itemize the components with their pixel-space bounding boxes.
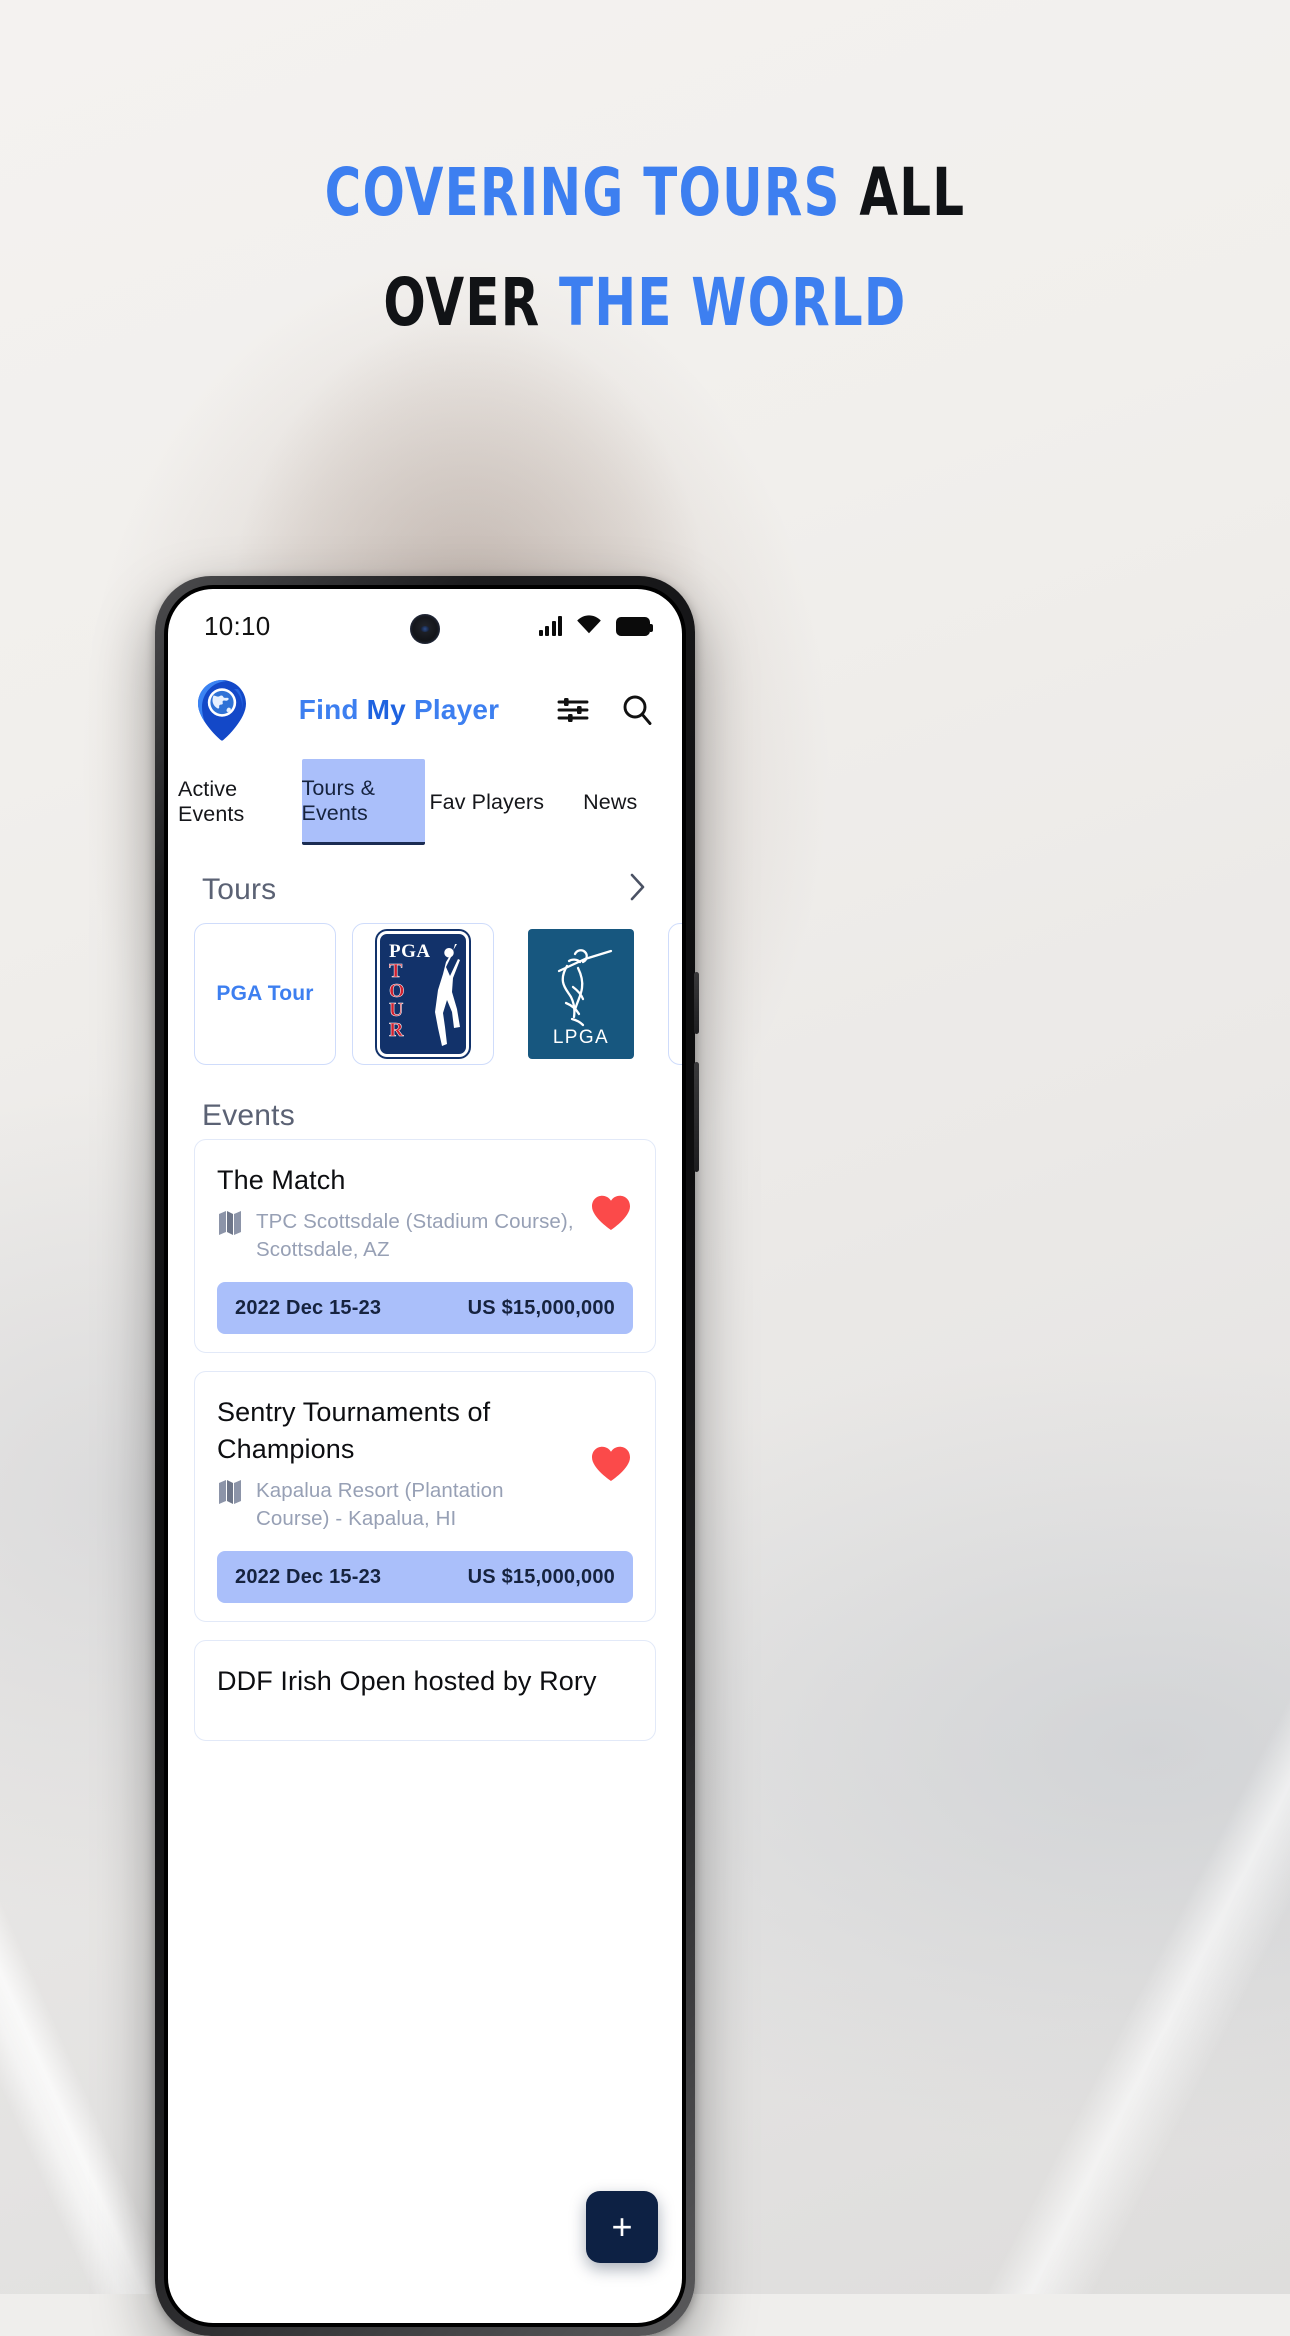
event-card-main: Sentry Tournaments of Champions Kapalua … <box>217 1394 589 1533</box>
event-name: DDF Irish Open hosted by Rory <box>217 1666 597 1696</box>
heart-filled-icon[interactable] <box>589 1445 633 1483</box>
tab-bar: Active Events Tours & Events Fav Players… <box>168 759 682 845</box>
add-button[interactable]: + <box>586 2191 658 2263</box>
tour-card-korn-ferry[interactable]: KORN FERRY TOUR <box>668 923 682 1065</box>
app-title-part1: Find <box>298 694 367 725</box>
lpga-logo: LPGA <box>528 929 634 1059</box>
sliders-filter-icon[interactable] <box>554 691 592 729</box>
phone-power-button <box>694 1062 699 1172</box>
status-bar: 10:10 <box>168 589 682 663</box>
heart-filled-icon[interactable] <box>589 1194 633 1232</box>
tour-card-pga-tour-text[interactable]: PGA Tour <box>194 923 336 1065</box>
pga-letter-t: T <box>389 960 403 982</box>
tours-section-header: Tours <box>168 845 682 919</box>
event-card[interactable]: The Match TPC Scottsdale (Stadium Course… <box>194 1139 656 1353</box>
tour-card-pga-tour-logo[interactable]: PGA T O U R <box>352 923 494 1065</box>
event-date-prize-bar: 2022 Dec 15-23 US $15,000,000 <box>217 1551 633 1603</box>
tab-tours-and-events[interactable]: Tours & Events <box>301 759 425 845</box>
camera-punch-hole <box>410 614 440 644</box>
headline-line-1: COVERING TOURS ALL <box>103 138 1187 248</box>
tours-carousel[interactable]: PGA Tour PGA T O U R LPGA <box>168 919 682 1065</box>
tab-news[interactable]: News <box>549 759 673 845</box>
headline-line-2-blue: THE WORLD <box>559 264 907 341</box>
chevron-right-icon[interactable] <box>628 871 648 909</box>
phone-bezel: 10:10 Find My Player Active Events Tours… <box>164 585 686 2327</box>
headline-line-1-black: ALL <box>859 154 966 231</box>
app-title-part3: Player <box>413 694 500 725</box>
events-section-title: Events <box>202 1099 295 1132</box>
event-card[interactable]: Sentry Tournaments of Champions Kapalua … <box>194 1371 656 1622</box>
events-section-header: Events <box>168 1065 682 1139</box>
event-venue: TPC Scottsdale (Stadium Course), Scottsd… <box>256 1210 574 1261</box>
pga-letter-r: R <box>389 1018 404 1041</box>
status-time: 10:10 <box>204 610 271 641</box>
phone-device-frame: 10:10 Find My Player Active Events Tours… <box>155 576 699 2336</box>
event-venue: Kapalua Resort (Plantation Course) - Kap… <box>256 1479 504 1530</box>
tab-fav-players[interactable]: Fav Players <box>425 759 549 845</box>
headline-line-2-black: OVER <box>383 264 541 341</box>
wifi-icon <box>575 613 603 639</box>
globe-pin-logo[interactable] <box>194 679 250 741</box>
headline-line-1-blue: COVERING TOURS <box>324 154 841 231</box>
event-dates: 2022 Dec 15-23 <box>235 1565 382 1588</box>
app-bar: Find My Player <box>168 663 682 755</box>
tour-card-lpga[interactable]: LPGA <box>510 923 652 1065</box>
pga-logo-tour-letters: T O U R <box>389 960 405 1041</box>
tab-active-events[interactable]: Active Events <box>178 759 302 845</box>
app-title-part2: My <box>366 694 414 725</box>
phone-screen: 10:10 Find My Player Active Events Tours… <box>168 589 682 2323</box>
phone-volume-button <box>694 972 699 1034</box>
lpga-logo-word: LPGA <box>552 1027 610 1048</box>
event-dates: 2022 Dec 15-23 <box>235 1296 382 1319</box>
event-card-top: DDF Irish Open hosted by Rory <box>217 1663 633 1700</box>
app-title: Find My Player <box>244 694 554 726</box>
search-icon[interactable] <box>618 691 656 729</box>
map-icon <box>217 1208 243 1243</box>
event-card-main: DDF Irish Open hosted by Rory <box>217 1663 633 1700</box>
event-card[interactable]: DDF Irish Open hosted by Rory <box>194 1640 656 1741</box>
headline-line-2: OVER THE WORLD <box>103 248 1187 358</box>
promo-headline: COVERING TOURS ALL OVER THE WORLD <box>103 138 1187 358</box>
event-card-main: The Match TPC Scottsdale (Stadium Course… <box>217 1162 589 1264</box>
events-list: The Match TPC Scottsdale (Stadium Course… <box>168 1139 682 1741</box>
tours-section-title: Tours <box>202 873 277 906</box>
plus-icon: + <box>611 2206 633 2247</box>
battery-full-icon <box>616 616 653 636</box>
event-venue-row: Kapalua Resort (Plantation Course) - Kap… <box>217 1477 579 1533</box>
pga-letter-u: U <box>389 999 404 1021</box>
event-card-top: Sentry Tournaments of Champions Kapalua … <box>217 1394 633 1533</box>
app-bar-actions <box>554 691 656 729</box>
pga-tour-logo: PGA T O U R <box>377 931 469 1057</box>
app-scroll-area[interactable]: Find My Player Active Events Tours & Eve… <box>168 663 682 2323</box>
map-icon <box>217 1477 243 1512</box>
event-card-top: The Match TPC Scottsdale (Stadium Course… <box>217 1162 633 1264</box>
event-venue-row: TPC Scottsdale (Stadium Course), Scottsd… <box>217 1208 579 1264</box>
status-system-icons <box>538 613 653 639</box>
cellular-bars-icon <box>538 616 562 636</box>
event-prize: US $15,000,000 <box>467 1565 615 1588</box>
event-prize: US $15,000,000 <box>467 1296 615 1319</box>
event-date-prize-bar: 2022 Dec 15-23 US $15,000,000 <box>217 1282 633 1334</box>
event-name: Sentry Tournaments of Champions <box>217 1397 491 1464</box>
event-name: The Match <box>217 1165 346 1195</box>
